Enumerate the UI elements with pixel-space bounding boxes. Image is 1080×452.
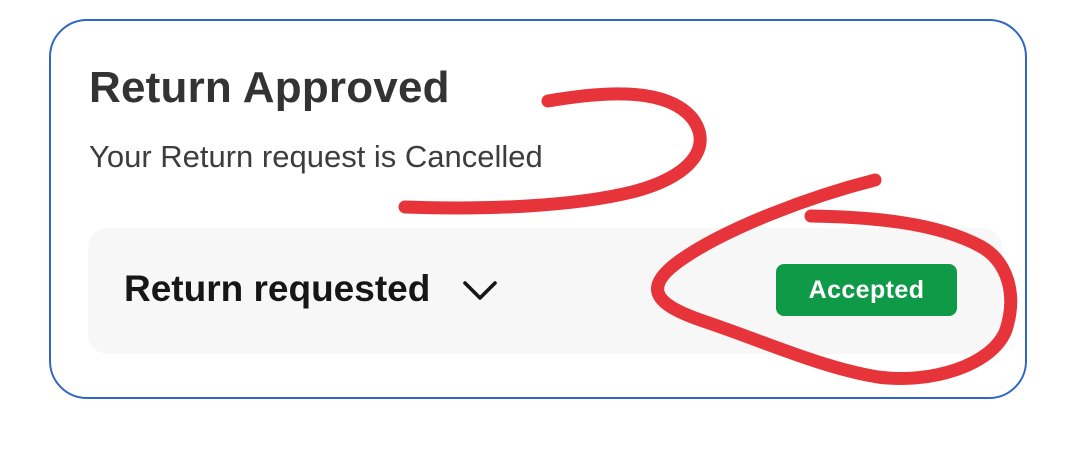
return-status-card: Return Approved Your Return request is C… [49, 19, 1027, 399]
status-badge: Accepted [776, 264, 957, 316]
card-title: Return Approved [89, 63, 450, 112]
card-subtitle: Your Return request is Cancelled [89, 139, 543, 174]
screen: Return Approved Your Return request is C… [0, 0, 1080, 452]
return-requested-row[interactable]: Return requested Accepted [88, 228, 1002, 354]
status-label: Return requested [124, 268, 431, 309]
chevron-down-icon[interactable] [461, 277, 499, 305]
